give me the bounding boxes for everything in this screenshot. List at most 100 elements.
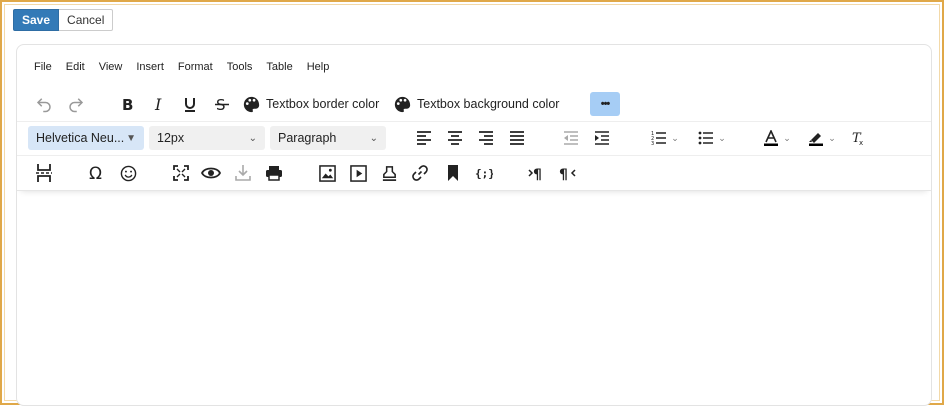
media-play-icon: [349, 164, 367, 182]
more-icon: •••: [600, 98, 611, 110]
chevron-down-icon: ⌄: [248, 132, 257, 144]
print-button[interactable]: [263, 160, 285, 186]
insert-anchor-button[interactable]: [442, 160, 464, 186]
toolbar-row-3: Ω {;} ¶ ¶: [17, 155, 931, 191]
toolbar-row-1: B I S Textbox border color Textbox backg…: [17, 89, 931, 119]
undo-button[interactable]: [33, 91, 55, 117]
align-right-icon: [479, 131, 493, 145]
printer-icon: [266, 166, 282, 181]
emoticons-button[interactable]: [117, 160, 139, 186]
menu-tools[interactable]: Tools: [220, 59, 260, 75]
menu-view[interactable]: View: [92, 59, 130, 75]
align-center-icon: [448, 131, 462, 145]
insert-stamp-button[interactable]: [378, 160, 400, 186]
clear-formatting-button[interactable]: Tx: [847, 125, 869, 151]
underline-button[interactable]: [179, 91, 201, 117]
menu-file[interactable]: File: [27, 59, 59, 75]
insert-template-button[interactable]: {;}: [473, 160, 495, 186]
insert-media-button[interactable]: [347, 160, 369, 186]
redo-button[interactable]: [65, 91, 87, 117]
ltr-direction-button[interactable]: ¶: [526, 160, 548, 186]
chevron-down-icon[interactable]: ⌄: [671, 133, 679, 144]
clear-formatting-icon: Tx: [852, 131, 863, 146]
svg-text:¶: ¶: [559, 167, 568, 181]
bullet-list-icon: [698, 131, 714, 145]
align-justify-button[interactable]: [506, 125, 528, 151]
bold-button[interactable]: B: [117, 91, 139, 117]
italic-button[interactable]: I: [148, 91, 170, 117]
download-icon: [235, 165, 251, 181]
link-icon: [412, 165, 428, 181]
chevron-down-icon[interactable]: ⌄: [783, 133, 791, 144]
text-color-icon: [764, 130, 779, 146]
bookmark-icon: [448, 165, 458, 181]
outdent-icon: [564, 131, 578, 145]
insert-image-button[interactable]: [316, 160, 338, 186]
numbered-list-button[interactable]: 123 ⌄: [645, 125, 685, 151]
highlight-icon: [809, 133, 824, 146]
toolbar-row-2: Helvetica Neu... ▼ 12px ⌄ Paragraph ⌄ 1 …: [17, 121, 931, 155]
undo-icon: [36, 98, 51, 113]
more-toolbar-button[interactable]: •••: [590, 92, 620, 116]
eye-icon: [201, 167, 221, 179]
svg-text:{;}: {;}: [475, 167, 493, 180]
chevron-down-icon: ⌄: [369, 132, 378, 144]
align-left-icon: [417, 131, 431, 145]
svg-text:¶: ¶: [533, 167, 542, 181]
bold-icon: B: [122, 96, 133, 112]
palette-icon: [394, 96, 411, 112]
textbox-border-color-label: Textbox border color: [266, 97, 380, 111]
chevron-down-icon[interactable]: ⌄: [718, 133, 726, 144]
menu-format[interactable]: Format: [171, 59, 220, 75]
highlight-color-button[interactable]: ⌄: [802, 125, 842, 151]
svg-text:3: 3: [651, 141, 654, 146]
align-right-button[interactable]: [475, 125, 497, 151]
stamp-icon: [382, 165, 396, 181]
save-button[interactable]: Save: [13, 9, 60, 31]
form-actions: Save Cancel: [13, 9, 114, 31]
outdent-button[interactable]: [560, 125, 582, 151]
font-size-select[interactable]: 12px ⌄: [149, 126, 265, 150]
menu-help[interactable]: Help: [300, 59, 337, 75]
code-braces-icon: {;}: [475, 167, 493, 180]
editor-menubar: File Edit View Insert Format Tools Table…: [27, 59, 336, 75]
svg-text:B: B: [122, 96, 133, 112]
block-format-select[interactable]: Paragraph ⌄: [270, 126, 386, 150]
font-size-value: 12px: [157, 131, 185, 145]
italic-icon: I: [154, 96, 162, 112]
textbox-border-color-button[interactable]: Textbox border color: [243, 91, 379, 117]
menu-edit[interactable]: Edit: [59, 59, 92, 75]
editor-content-area[interactable]: [17, 191, 931, 405]
rtl-icon: ¶: [559, 167, 576, 181]
chevron-down-icon: ▼: [126, 132, 136, 144]
font-family-select[interactable]: Helvetica Neu... ▼: [28, 126, 144, 150]
underline-icon: [185, 98, 195, 112]
align-left-button[interactable]: [413, 125, 435, 151]
font-family-value: Helvetica Neu...: [36, 131, 125, 145]
insert-link-button[interactable]: [409, 160, 431, 186]
textbox-background-color-label: Textbox background color: [417, 97, 560, 111]
omega-icon: Ω: [89, 164, 102, 182]
bullet-list-button[interactable]: ⌄: [692, 125, 732, 151]
textbox-background-color-button[interactable]: Textbox background color: [394, 91, 559, 117]
chevron-down-icon[interactable]: ⌄: [828, 133, 836, 144]
fullscreen-icon: [173, 165, 189, 181]
fullscreen-button[interactable]: [170, 160, 192, 186]
block-format-value: Paragraph: [278, 131, 337, 145]
save-download-button[interactable]: [232, 160, 254, 186]
align-center-button[interactable]: [444, 125, 466, 151]
indent-button[interactable]: [591, 125, 613, 151]
rtl-direction-button[interactable]: ¶: [557, 160, 579, 186]
strikethrough-button[interactable]: S: [211, 91, 233, 117]
page-break-button[interactable]: [33, 160, 55, 186]
preview-button[interactable]: [200, 160, 222, 186]
text-color-button[interactable]: ⌄: [757, 125, 797, 151]
cancel-button[interactable]: Cancel: [59, 9, 114, 31]
menu-table[interactable]: Table: [259, 59, 299, 75]
menu-insert[interactable]: Insert: [129, 59, 171, 75]
image-icon: [318, 164, 336, 182]
smiley-icon: [120, 165, 136, 181]
svg-text:x: x: [859, 139, 863, 146]
ltr-icon: ¶: [528, 167, 542, 181]
special-character-button[interactable]: Ω: [86, 160, 108, 186]
